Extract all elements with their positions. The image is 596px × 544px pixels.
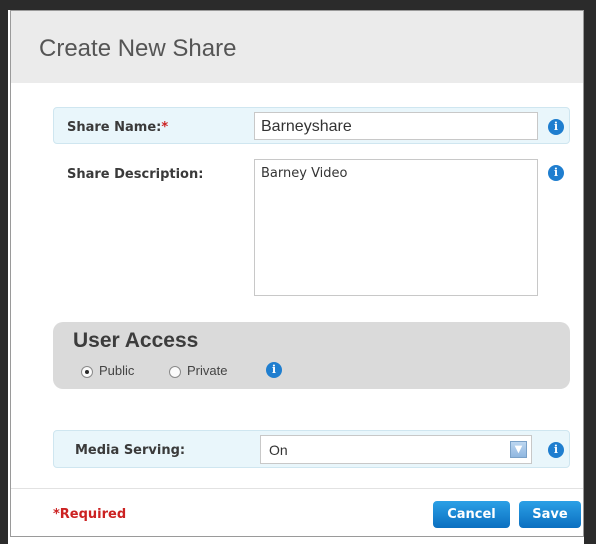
save-button[interactable]: Save	[519, 501, 581, 528]
cancel-button[interactable]: Cancel	[433, 501, 510, 528]
share-name-input[interactable]: Barneyshare	[254, 112, 538, 140]
radio-private[interactable]	[169, 366, 181, 378]
share-name-label: Share Name:*	[67, 120, 168, 135]
info-icon[interactable]: i	[548, 442, 564, 458]
create-share-dialog: Create New Share Share Name:* Barneyshar…	[10, 10, 584, 537]
radio-public[interactable]	[81, 366, 93, 378]
required-note: *Required	[53, 507, 127, 522]
radio-selected-dot	[85, 370, 89, 374]
share-description-label: Share Description:	[67, 167, 204, 182]
info-icon[interactable]: i	[548, 119, 564, 135]
radio-public-label[interactable]: Public	[99, 363, 134, 378]
info-icon[interactable]: i	[266, 362, 282, 378]
window-frame-left	[0, 0, 8, 544]
media-serving-select[interactable]: On	[260, 435, 532, 464]
media-serving-value: On	[269, 442, 288, 458]
radio-private-label[interactable]: Private	[187, 363, 227, 378]
window-frame-top	[0, 0, 596, 10]
info-icon[interactable]: i	[548, 165, 564, 181]
footer-divider	[11, 488, 583, 489]
share-name-label-text: Share Name:	[67, 120, 162, 135]
user-access-panel: User Access Public Private i	[53, 322, 570, 389]
chevron-down-icon[interactable]: ▼	[510, 441, 527, 458]
media-serving-label: Media Serving:	[75, 443, 186, 458]
dialog-title: Create New Share	[39, 35, 237, 62]
window-frame-right	[584, 0, 596, 544]
user-access-title: User Access	[73, 329, 199, 352]
share-description-textarea[interactable]: Barney Video	[254, 159, 538, 296]
dialog-header: Create New Share	[11, 11, 583, 83]
required-marker: *	[161, 120, 169, 135]
